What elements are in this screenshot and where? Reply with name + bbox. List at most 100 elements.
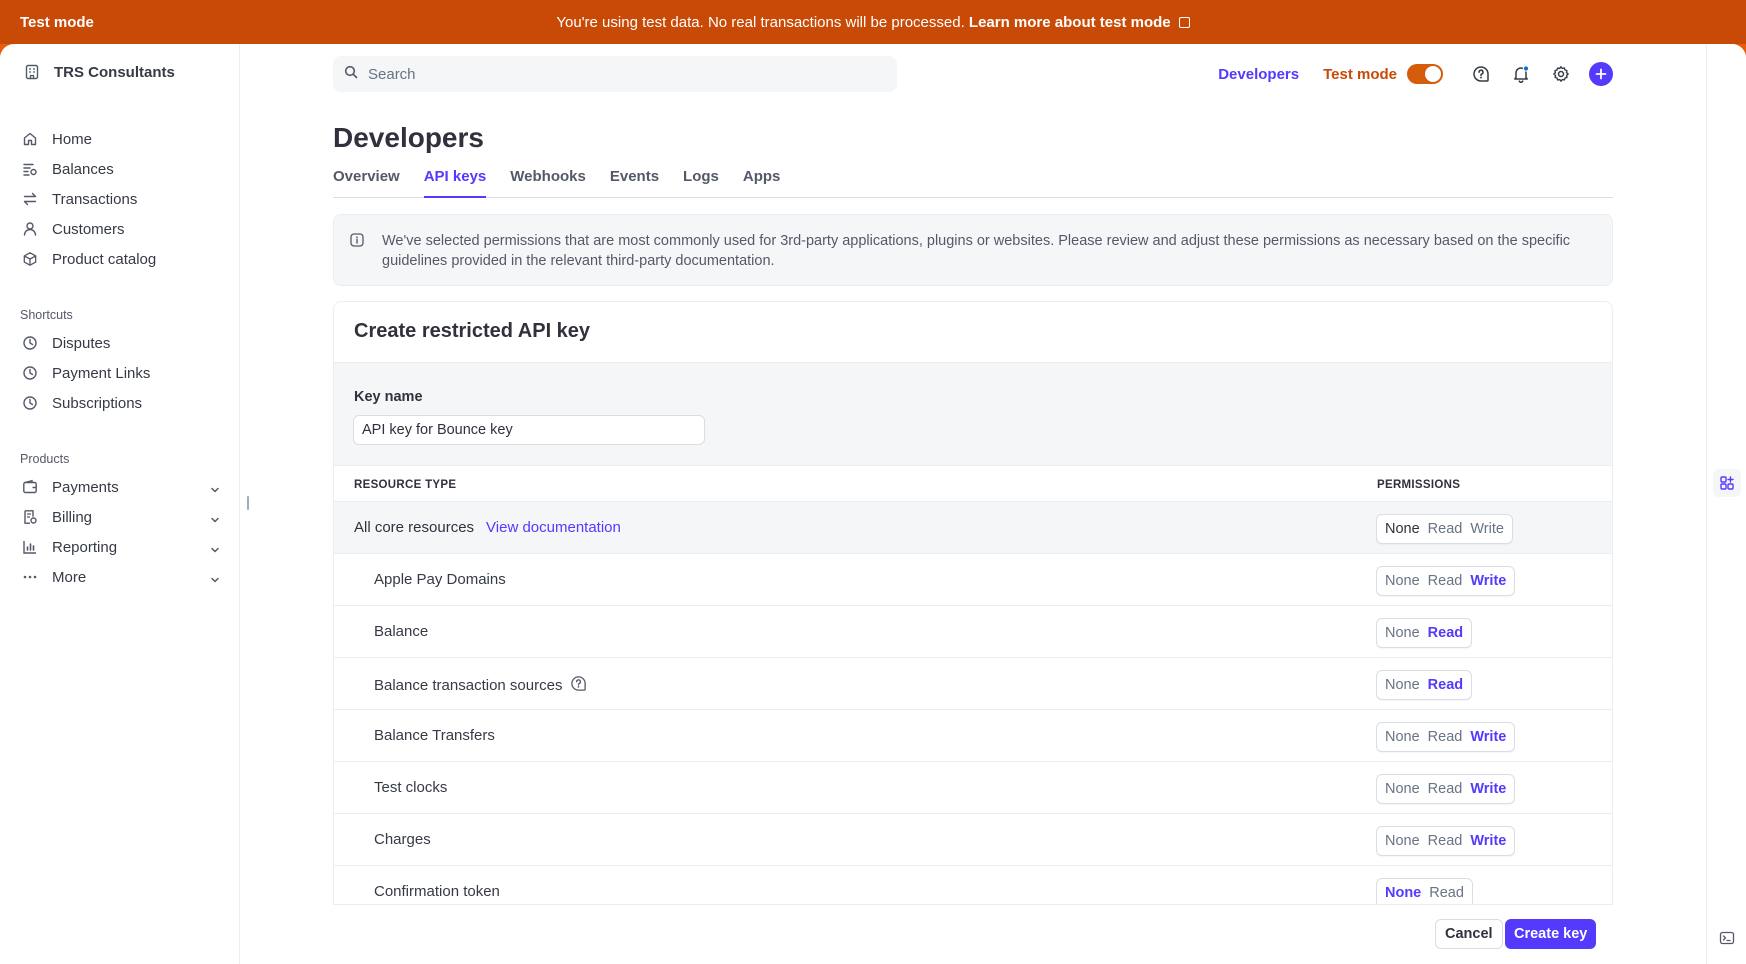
- permission-none[interactable]: None: [1381, 573, 1424, 589]
- view-documentation-link[interactable]: View documentation: [486, 519, 621, 536]
- search-placeholder: Search: [368, 65, 416, 83]
- sidebar-item-disputes[interactable]: Disputes: [20, 328, 220, 358]
- sidebar-item-more[interactable]: More: [20, 562, 220, 592]
- resource-rows: All core resources View documentation No…: [334, 502, 1612, 918]
- account-switcher[interactable]: TRS Consultants: [22, 62, 175, 82]
- sidebar-item-label: More: [52, 568, 87, 586]
- shortcuts-nav: Shortcuts Disputes Payment Links Subscript…: [20, 308, 220, 418]
- sidebar-item-balances[interactable]: Balances: [20, 154, 220, 184]
- permission-read[interactable]: Read: [1424, 521, 1467, 537]
- help-icon[interactable]: [570, 675, 587, 696]
- sidebar-item-payments[interactable]: Payments: [20, 472, 220, 502]
- chevron-down-icon[interactable]: [210, 542, 220, 559]
- sidebar-item-label: Payments: [52, 478, 119, 496]
- sidebar-resize-handle[interactable]: [247, 496, 249, 510]
- resource-name: Balance transaction sources: [374, 675, 587, 696]
- permission-none[interactable]: None: [1381, 729, 1424, 745]
- sidebar-item-product-catalog[interactable]: Product catalog: [20, 244, 220, 274]
- banner-label: Test mode: [20, 13, 94, 31]
- chevron-down-icon[interactable]: [210, 512, 220, 529]
- search-input[interactable]: Search: [333, 56, 897, 92]
- test-mode-toggle[interactable]: [1407, 64, 1443, 84]
- table-row: Test clocks None Read Write: [334, 762, 1612, 814]
- sidebar-item-subscriptions[interactable]: Subscriptions: [20, 388, 220, 418]
- sidebar-item-billing[interactable]: Billing: [20, 502, 220, 532]
- permission-none[interactable]: None: [1381, 885, 1425, 901]
- permission-selector: None Read Write: [1376, 566, 1516, 596]
- permission-none[interactable]: None: [1381, 625, 1424, 641]
- permission-selector: None Read Write: [1376, 826, 1516, 856]
- help-icon[interactable]: [1461, 56, 1501, 92]
- permission-read[interactable]: Read: [1424, 677, 1467, 693]
- permission-write[interactable]: Write: [1466, 781, 1510, 797]
- table-row: Balance Transfers None Read Write: [334, 710, 1612, 762]
- home-icon: [20, 129, 40, 149]
- card-footer: Cancel Create key: [333, 904, 1613, 964]
- permission-write[interactable]: Write: [1466, 833, 1510, 849]
- table-row: Balance transaction sources None Read: [334, 658, 1612, 710]
- resource-label: Balance Transfers: [374, 727, 495, 744]
- resource-label: Charges: [374, 831, 431, 848]
- table-row: Apple Pay Domains None Read Write: [334, 554, 1612, 606]
- resource-name: Charges: [374, 831, 431, 848]
- cancel-button[interactable]: Cancel: [1435, 919, 1503, 949]
- permission-none[interactable]: None: [1381, 677, 1424, 693]
- permission-read[interactable]: Read: [1424, 625, 1467, 641]
- sidebar-item-home[interactable]: Home: [20, 124, 220, 154]
- permission-write[interactable]: Write: [1466, 521, 1508, 537]
- create-plus-button[interactable]: [1589, 62, 1613, 86]
- core-permission-selector: None Read Write: [1376, 514, 1513, 544]
- permission-write[interactable]: Write: [1466, 573, 1510, 589]
- core-resources-row: All core resources View documentation No…: [334, 502, 1612, 554]
- learn-more-link[interactable]: Learn more about test mode: [969, 14, 1171, 31]
- tab-webhooks[interactable]: Webhooks: [510, 168, 586, 198]
- sidebar-item-customers[interactable]: Customers: [20, 214, 220, 244]
- notifications-icon[interactable]: [1501, 56, 1541, 92]
- permission-read[interactable]: Read: [1424, 833, 1467, 849]
- chevron-down-icon[interactable]: [210, 482, 220, 499]
- topbar: Search Developers Test mode: [333, 56, 1613, 92]
- external-link-icon: [1178, 16, 1190, 28]
- permission-read[interactable]: Read: [1424, 573, 1467, 589]
- terminal-icon[interactable]: [1713, 924, 1741, 952]
- apps-icon[interactable]: [1713, 469, 1741, 497]
- transactions-icon: [20, 189, 40, 209]
- sidebar-item-label: Disputes: [52, 334, 111, 352]
- tab-api-keys[interactable]: API keys: [423, 168, 487, 198]
- permission-read[interactable]: Read: [1424, 729, 1467, 745]
- permission-read[interactable]: Read: [1425, 885, 1468, 901]
- tab-logs[interactable]: Logs: [683, 168, 719, 198]
- products-nav: Products Payments Billing Reporting More: [20, 452, 220, 592]
- clock-icon: [20, 333, 40, 353]
- settings-gear-icon[interactable]: [1541, 56, 1581, 92]
- permission-write[interactable]: Write: [1466, 729, 1510, 745]
- resource-name: Test clocks: [374, 779, 447, 796]
- wallet-icon: [20, 477, 40, 497]
- resource-label: Test clocks: [374, 779, 448, 796]
- permission-selector: None Read: [1376, 618, 1473, 648]
- reporting-icon: [20, 537, 40, 557]
- resource-name: Balance Transfers: [374, 727, 495, 744]
- permission-read[interactable]: Read: [1424, 781, 1467, 797]
- sidebar-item-transactions[interactable]: Transactions: [20, 184, 220, 214]
- card-title: Create restricted API key: [354, 320, 591, 342]
- tab-events[interactable]: Events: [610, 168, 659, 198]
- create-key-button[interactable]: Create key: [1505, 919, 1597, 949]
- developers-link[interactable]: Developers: [1218, 66, 1299, 83]
- tab-overview[interactable]: Overview: [333, 168, 400, 198]
- resource-label: Balance: [374, 623, 429, 640]
- sidebar-item-payment-links[interactable]: Payment Links: [20, 358, 220, 388]
- chevron-down-icon[interactable]: [210, 572, 220, 589]
- notice-text: We've selected permissions that are most…: [382, 233, 1571, 269]
- sidebar-item-reporting[interactable]: Reporting: [20, 532, 220, 562]
- account-name: TRS Consultants: [54, 63, 175, 81]
- permission-none[interactable]: None: [1381, 521, 1424, 537]
- test-mode-banner: Test mode You're using test data. No rea…: [0, 0, 1746, 44]
- permission-none[interactable]: None: [1381, 833, 1424, 849]
- table-row: Balance None Read: [334, 606, 1612, 658]
- permission-none[interactable]: None: [1381, 781, 1424, 797]
- key-name-input[interactable]: [353, 415, 705, 445]
- sidebar-item-label: Reporting: [52, 538, 118, 556]
- tab-apps[interactable]: Apps: [743, 168, 781, 198]
- topbar-actions: Developers Test mode: [1218, 56, 1613, 92]
